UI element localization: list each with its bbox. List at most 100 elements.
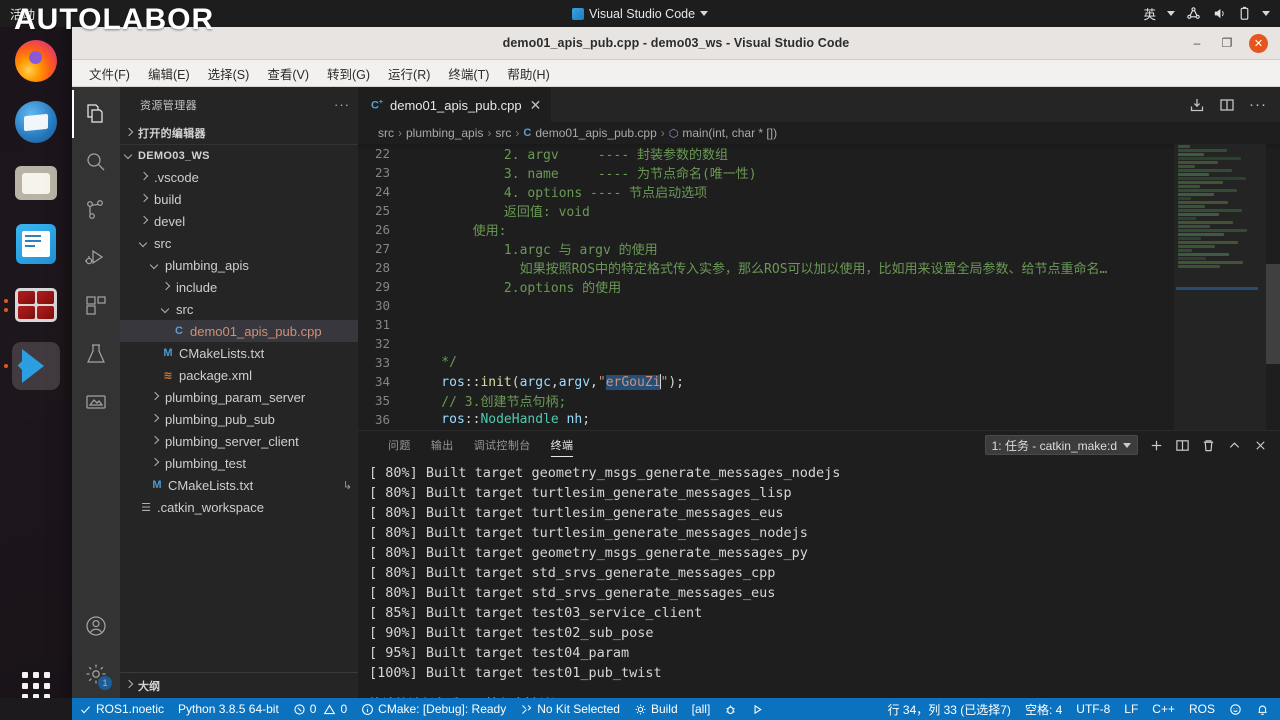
section-outline[interactable]: 大纲 [120,672,358,698]
code-line[interactable]: 32 [358,334,1280,353]
activitybar-item-extensions[interactable] [72,282,120,330]
status-cmake-kit[interactable]: No Kit Selected [513,698,627,720]
maximize-panel-icon[interactable] [1227,438,1242,453]
editor-scrollbar[interactable] [1266,144,1280,430]
tree-item-plumbing-server-client[interactable]: plumbing_server_client [120,430,358,452]
menu-help[interactable]: 帮助(H) [499,61,557,86]
save-all-icon[interactable] [1189,97,1205,113]
tree-item-demo01-apis-pub-cpp[interactable]: Cdemo01_apis_pub.cpp [120,320,358,342]
tree-item-include[interactable]: include [120,276,358,298]
dock-item-vscode[interactable] [12,342,60,390]
breadcrumb-item-symbol[interactable]: main(int, char * []) [682,126,777,140]
section-open-editors[interactable]: 打开的编辑器 [120,122,358,144]
menu-file[interactable]: 文件(F) [81,61,138,86]
breadcrumb-item-file[interactable]: demo01_apis_pub.cpp [535,126,656,140]
activitybar-item-accounts[interactable] [72,602,120,650]
activitybar-item-explorer[interactable] [72,90,120,138]
window-minimize-button[interactable]: – [1189,35,1205,51]
section-workspace[interactable]: DEMO03_WS [120,144,358,166]
menu-terminal[interactable]: 终端(T) [440,61,497,86]
tree-item-src[interactable]: src [120,232,358,254]
code-line[interactable]: 25 返回值: void [358,201,1280,220]
code-line[interactable]: 36 ros::NodeHandle nh; [358,410,1280,429]
activitybar-item-testing[interactable] [72,330,120,378]
dock-item-terminal[interactable] [4,281,60,329]
show-applications-button[interactable] [22,672,50,700]
code-line[interactable]: 30 [358,296,1280,315]
status-encoding[interactable]: UTF-8 [1069,698,1117,720]
status-notifications[interactable] [1249,698,1276,720]
code-line[interactable]: 28 如果按照ROS中的特定格式传入实参，那么ROS可以加以使用，比如用来设置全… [358,258,1280,277]
terminal-selector[interactable]: 1: 任务 - catkin_make:d [984,435,1138,455]
status-python-version[interactable]: Python 3.8.5 64-bit [171,698,286,720]
code-line[interactable]: 27 1.argc 与 argv 的使用 [358,239,1280,258]
close-panel-icon[interactable] [1253,438,1268,453]
code-line[interactable]: 35 // 3.创建节点句柄; [358,391,1280,410]
breadcrumb-item-plumbing-apis[interactable]: plumbing_apis [406,126,483,140]
status-indentation[interactable]: 空格: 4 [1018,698,1069,720]
editor-tab-demo01-apis-pub-cpp[interactable]: C+ demo01_apis_pub.cpp ✕ [358,87,552,122]
network-icon[interactable] [1186,6,1201,21]
menu-view[interactable]: 查看(V) [259,61,317,86]
breadcrumb-item-src-2[interactable]: src [495,126,511,140]
sidebar-more-actions-icon[interactable]: ··· [334,97,350,112]
tree-item-catkin-workspace[interactable]: ☰ .catkin_workspace [120,496,358,518]
code-editor[interactable]: 22 2. argv ---- 封装参数的数组 23 3. name ---- 为… [358,144,1280,430]
panel-tab-output[interactable]: 输出 [421,431,464,459]
code-line[interactable]: 29 2.options 的使用 [358,277,1280,296]
tree-item-cmakelists-txt[interactable]: M CMakeLists.txt ↳ [120,474,358,496]
status-language-mode[interactable]: C++ [1145,698,1182,720]
chevron-down-icon[interactable] [1262,11,1270,16]
panel-tab-terminal[interactable]: 终端 [541,431,584,459]
activitybar-item-search[interactable] [72,138,120,186]
status-cmake-debug[interactable] [717,698,744,720]
code-line[interactable]: 23 3. name ---- 为节点命名(唯一性) [358,163,1280,182]
more-actions-icon[interactable]: ··· [1249,96,1267,113]
code-line[interactable]: 31 [358,315,1280,334]
panel-tab-problems[interactable]: 问题 [378,431,421,459]
code-line[interactable]: 26 使用: [358,220,1280,239]
volume-icon[interactable] [1212,6,1227,21]
minimap[interactable] [1174,144,1266,430]
dock-item-firefox[interactable] [12,37,60,85]
tree-item-plumbing-param-server[interactable]: plumbing_param_server [120,386,358,408]
code-line[interactable]: 34 ros::init(argc,argv,"erGouZi"); [358,372,1280,391]
activitybar-item-cmake[interactable] [72,378,120,426]
status-cmake-target[interactable]: [all] [685,698,718,720]
code-line[interactable]: 24 4. options ---- 节点启动选项 [358,182,1280,201]
activitybar-item-settings[interactable]: 1 [72,650,120,698]
battery-icon[interactable] [1238,6,1251,21]
chevron-down-icon[interactable] [1167,11,1175,16]
tree-item-package-xml[interactable]: ≋ package.xml [120,364,358,386]
new-terminal-icon[interactable] [1149,438,1164,453]
activitybar-item-source-control[interactable] [72,186,120,234]
code-line[interactable]: 22 2. argv ---- 封装参数的数组 [358,144,1280,163]
window-close-button[interactable]: ✕ [1249,33,1268,53]
input-method-indicator[interactable]: 英 [1143,4,1156,23]
tree-item-devel[interactable]: devel [120,210,358,232]
status-ros[interactable]: ROS [1182,698,1222,720]
menu-run[interactable]: 运行(R) [380,61,438,86]
status-cursor-position[interactable]: 行 34，列 33 (已选择7) [881,698,1018,720]
scrollbar-thumb[interactable] [1266,264,1280,364]
tree-item-vscode[interactable]: .vscode [120,166,358,188]
status-eol[interactable]: LF [1117,698,1145,720]
window-maximize-button[interactable]: ❐ [1219,35,1235,51]
kill-terminal-icon[interactable] [1201,438,1216,453]
tree-item-build[interactable]: build [120,188,358,210]
menu-selection[interactable]: 选择(S) [200,61,258,86]
activitybar-item-run-and-debug[interactable] [72,234,120,282]
terminal-output[interactable]: [ 80%] Built target geometry_msgs_genera… [358,459,1280,698]
tree-item-plumbing-apis[interactable]: plumbing_apis [120,254,358,276]
tree-item-plumbing-test[interactable]: plumbing_test [120,452,358,474]
status-ros-distro[interactable]: ROS1.noetic [72,698,171,720]
tree-item-cmakelists-txt[interactable]: M CMakeLists.txt [120,342,358,364]
dock-item-libreoffice-writer[interactable] [12,220,60,268]
close-icon[interactable]: ✕ [530,97,542,114]
status-cmake-launch[interactable] [744,698,771,720]
tree-item-plumbing-pub-sub[interactable]: plumbing_pub_sub [120,408,358,430]
menu-go[interactable]: 转到(G) [319,61,378,86]
menu-edit[interactable]: 编辑(E) [140,61,198,86]
dock-item-files[interactable] [12,159,60,207]
split-editor-icon[interactable] [1219,97,1235,113]
